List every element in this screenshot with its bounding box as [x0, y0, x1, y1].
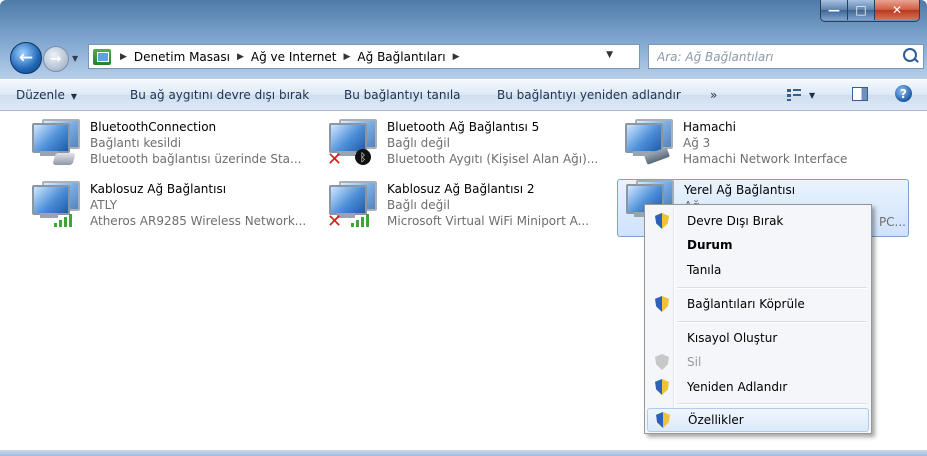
minimize-button[interactable]: — — [821, 0, 848, 20]
connection-name: Kablosuz Ağ Bağlantısı 2 — [387, 182, 535, 196]
change-view-button[interactable]: ▼ — [787, 86, 823, 104]
signal-icon — [54, 213, 78, 227]
close-button[interactable]: ✕ — [875, 0, 919, 20]
connection-status: Bağlantı kesildi — [90, 136, 182, 150]
breadcrumb-control-panel[interactable]: Denetim Masası — [134, 50, 230, 64]
connection-item[interactable]: BluetoothConnection Bağlantı kesildi Blu… — [28, 119, 320, 175]
more-commands-button[interactable]: » — [710, 88, 717, 102]
connection-device: Microsoft Virtual WiFi Miniport A... — [387, 214, 590, 228]
connection-item[interactable]: ✕ ᛒ Bluetooth Ağ Bağlantısı 5 Bağlı deği… — [325, 119, 617, 175]
breadcrumb-separator-icon[interactable]: ▶ — [237, 52, 244, 62]
network-adapter-icon: ✕ ᛒ — [325, 119, 377, 170]
bluetooth-icon: ᛒ — [355, 149, 371, 165]
uac-shield-icon — [655, 354, 669, 370]
network-adapter-icon — [621, 119, 673, 169]
maximize-button[interactable]: □ — [848, 0, 875, 20]
breadcrumb-separator-icon[interactable]: ▶ — [120, 52, 127, 62]
history-dropdown-icon[interactable]: ▼ — [72, 54, 82, 64]
address-bar[interactable]: ▶ Denetim Masası ▶ Ağ ve Internet ▶ Ağ B… — [88, 44, 640, 69]
connection-device: Atheros AR9285 Wireless Network... — [90, 214, 307, 228]
phone-icon — [52, 153, 76, 165]
network-adapter-icon — [28, 119, 80, 169]
menu-item-label: Durum — [687, 238, 733, 252]
menu-separator — [677, 287, 867, 289]
menu-item-label: Devre Dışı Bırak — [687, 214, 784, 228]
network-connections-window: — □ ✕ ← → ▼ ▶ Denetim Masası ▶ Ağ ve Int… — [0, 0, 927, 456]
signal-icon — [351, 213, 375, 227]
connection-device: Hamachi Network Interface — [683, 152, 848, 166]
breadcrumb-separator-icon[interactable]: ▶ — [344, 52, 351, 62]
connection-item[interactable]: ✕ Kablosuz Ağ Bağlantısı 2 Bağlı değil M… — [325, 181, 617, 237]
command-bar: Düzenle ▼ Bu ağ aygıtını devre dışı bırak… — [0, 79, 927, 111]
menu-item-label: Sil — [687, 355, 702, 369]
uac-shield-icon — [655, 379, 669, 395]
search-box[interactable] — [648, 44, 924, 69]
breadcrumb-network-connections[interactable]: Ağ Bağlantıları — [357, 50, 445, 64]
diagnose-button[interactable]: Bu bağlantıyı tanıla — [344, 88, 461, 102]
menu-item-status[interactable]: Durum — [647, 234, 869, 256]
menu-separator — [677, 403, 867, 405]
uac-shield-icon — [655, 296, 669, 312]
breadcrumb-network-internet[interactable]: Ağ ve Internet — [251, 50, 337, 64]
window-bottom-border — [0, 450, 927, 456]
menu-item-diagnose[interactable]: Tanıla — [647, 259, 869, 281]
connection-item[interactable]: Hamachi Ağ 3 Hamachi Network Interface — [621, 119, 913, 175]
back-arrow-icon: ← — [18, 48, 34, 68]
search-icon[interactable] — [903, 48, 917, 62]
connection-status: Bağlı değil — [387, 136, 450, 150]
menu-item-label: Özellikler — [688, 413, 744, 427]
uac-shield-icon — [655, 213, 669, 229]
menu-item-label: Yeniden Adlandır — [687, 380, 788, 394]
connection-status: ATLY — [90, 198, 118, 212]
menu-item-label: Bağlantıları Köprüle — [687, 297, 805, 311]
menu-item-label: Tanıla — [687, 263, 722, 277]
menu-item-label: Kısayol Oluştur — [687, 331, 778, 345]
connection-name: Bluetooth Ağ Bağlantısı 5 — [387, 120, 540, 134]
window-controls: — □ ✕ — [820, 0, 920, 22]
help-button[interactable]: ? — [895, 85, 912, 102]
disconnected-x-icon: ✕ — [327, 211, 343, 232]
disable-device-button[interactable]: Bu ağ aygıtını devre dışı bırak — [130, 88, 309, 102]
chevron-down-icon: ▼ — [809, 90, 816, 100]
menu-item-rename[interactable]: Yeniden Adlandır — [647, 376, 869, 398]
preview-pane-button[interactable] — [852, 87, 868, 101]
uac-shield-icon — [656, 412, 670, 428]
organize-button[interactable]: Düzenle ▼ — [16, 88, 77, 102]
context-menu: Devre Dışı Bırak Durum Tanıla Bağlantıla… — [644, 204, 872, 434]
connection-name: Yerel Ağ Bağlantısı — [684, 183, 796, 197]
forward-arrow-icon: → — [50, 51, 62, 67]
network-adapter-icon — [28, 181, 80, 231]
menu-separator — [677, 321, 867, 323]
search-input[interactable] — [655, 48, 889, 65]
connection-device: Bluetooth bağlantısı üzerinde Sta... — [90, 152, 302, 166]
breadcrumb-separator-icon[interactable]: ▶ — [453, 52, 460, 62]
organize-label: Düzenle — [16, 88, 65, 102]
connection-name: BluetoothConnection — [90, 120, 217, 134]
back-button[interactable]: ← — [10, 42, 42, 74]
connection-item[interactable]: Kablosuz Ağ Bağlantısı ATLY Atheros AR92… — [28, 181, 320, 237]
control-panel-icon — [93, 48, 111, 65]
chevron-down-icon: ▼ — [70, 92, 78, 101]
connection-status: Ağ 3 — [683, 136, 711, 150]
connection-device: Bluetooth Aygıtı (Kişisel Alan Ağı)... — [387, 152, 599, 166]
menu-item-properties[interactable]: Özellikler — [647, 408, 869, 432]
connection-name: Hamachi — [683, 120, 736, 134]
menu-item-disable[interactable]: Devre Dışı Bırak — [647, 210, 869, 232]
network-adapter-icon: ✕ — [325, 181, 377, 232]
view-icon — [787, 89, 801, 101]
connection-status: Bağlı değil — [387, 198, 450, 212]
address-dropdown-icon[interactable]: ▼ — [606, 50, 613, 60]
menu-item-create-shortcut[interactable]: Kısayol Oluştur — [647, 327, 869, 349]
menu-item-delete: Sil — [647, 351, 869, 373]
menu-item-bridge[interactable]: Bağlantıları Köprüle — [647, 293, 869, 315]
disconnected-x-icon: ✕ — [327, 149, 343, 170]
connection-name: Kablosuz Ağ Bağlantısı — [90, 182, 227, 196]
help-icon: ? — [900, 86, 907, 101]
rename-button[interactable]: Bu bağlantıyı yeniden adlandır — [497, 88, 681, 102]
forward-button[interactable]: → — [43, 46, 69, 72]
